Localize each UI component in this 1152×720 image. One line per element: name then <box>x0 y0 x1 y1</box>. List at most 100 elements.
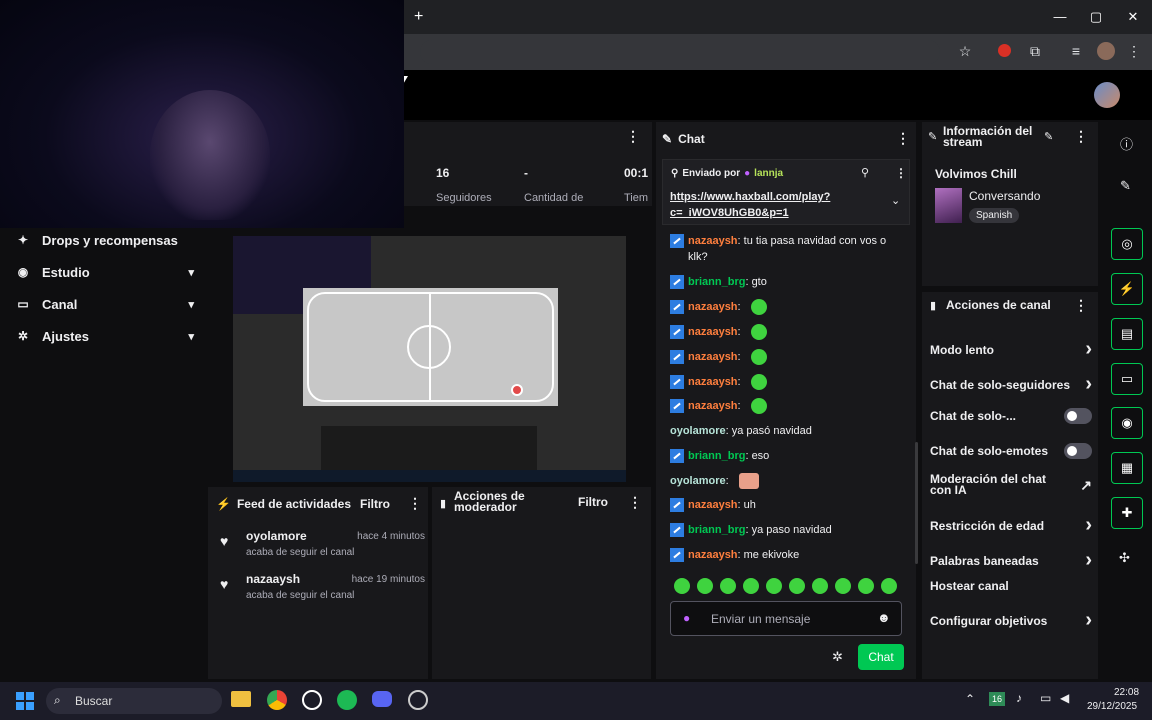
taskbar-search[interactable]: ⌕ Buscar <box>46 688 222 714</box>
camera-icon[interactable]: ◎ <box>1111 228 1143 260</box>
chat-message[interactable]: briann_brg: ya paso navidad <box>670 522 898 538</box>
channel-action-item[interactable]: Hostear canal <box>930 579 1092 593</box>
chat-message[interactable]: nazaaysh: <box>670 398 898 414</box>
broadcaster-badge-icon[interactable] <box>670 498 684 512</box>
chat-username[interactable]: nazaaysh <box>688 549 738 561</box>
layout-icon[interactable]: ▦ <box>1111 452 1143 484</box>
channel-action-item[interactable]: Palabras baneadas › <box>930 549 1092 572</box>
category-thumbnail[interactable] <box>935 188 962 223</box>
clock-time[interactable]: 22:08 <box>1114 687 1139 698</box>
feed-menu-icon[interactable]: ⋮ <box>408 495 422 512</box>
maximize-button[interactable]: ▢ <box>1078 9 1114 25</box>
emote-icon[interactable] <box>738 473 759 489</box>
nav-item-estudio[interactable]: ◉ Estudio ▾ <box>16 260 194 284</box>
close-button[interactable]: ✕ <box>1115 9 1151 25</box>
volume-icon[interactable]: ◀ <box>1060 691 1069 705</box>
extensions-puzzle-icon[interactable]: ⧉ <box>1025 43 1045 60</box>
nav-item-drops[interactable]: ✦ Drops y recompensas <box>16 228 194 252</box>
chat-message[interactable]: nazaaysh: <box>670 374 898 390</box>
stream-category[interactable]: Conversando <box>969 189 1040 203</box>
network-icon[interactable]: ▭ <box>1040 691 1051 705</box>
address-bar[interactable] <box>420 40 940 64</box>
media-controls-icon[interactable]: ≡ <box>1066 43 1086 59</box>
chat-bubble-icon[interactable]: ▭ <box>1111 363 1143 395</box>
minimize-button[interactable]: — <box>1042 9 1078 24</box>
emote-icon[interactable] <box>697 578 713 594</box>
channel-action-item[interactable]: Configurar objetivos › <box>930 609 1092 632</box>
emote-icon[interactable] <box>750 374 767 390</box>
broadcaster-badge-icon[interactable] <box>670 375 684 389</box>
bookmark-star-icon[interactable]: ☆ <box>955 43 975 60</box>
broadcaster-badge-icon[interactable] <box>670 523 684 537</box>
chat-message[interactable]: nazaaysh: <box>670 299 898 315</box>
pinned-menu-icon[interactable]: ⋮ <box>895 166 907 180</box>
channel-action-item[interactable]: Chat de solo-seguidores › <box>930 373 1092 396</box>
language-tag[interactable]: Spanish <box>969 208 1020 223</box>
broadcaster-badge-icon[interactable] <box>670 350 684 364</box>
pinned-message[interactable]: ⚲ Enviado por ● lannja ⚲ ⋮ https://www.h… <box>662 159 910 225</box>
emote-icon[interactable] <box>750 398 767 414</box>
chat-username[interactable]: nazaaysh <box>688 301 738 313</box>
emoji-icon[interactable]: ☻ <box>877 610 891 625</box>
chat-username[interactable]: nazaaysh <box>688 326 738 338</box>
broadcaster-badge-icon[interactable] <box>670 399 684 413</box>
user-avatar[interactable] <box>1094 82 1120 108</box>
chat-message[interactable]: briann_brg: gto <box>670 274 898 290</box>
chat-message[interactable]: nazaaysh: <box>670 324 898 340</box>
emote-icon[interactable] <box>881 578 897 594</box>
nav-item-canal[interactable]: ▭ Canal ▾ <box>16 292 194 316</box>
chat-username[interactable]: nazaaysh <box>688 400 738 412</box>
chat-username[interactable]: briann_brg <box>688 450 745 462</box>
chat-username[interactable]: briann_brg <box>688 524 745 536</box>
microphone-icon[interactable]: ♪ <box>1016 691 1022 705</box>
chat-message[interactable]: nazaaysh: <box>670 349 898 365</box>
chat-message[interactable]: briann_brg: eso <box>670 448 898 464</box>
emote-icon[interactable] <box>858 578 874 594</box>
chat-message[interactable]: oyolamore: <box>670 473 898 489</box>
new-tab-button[interactable]: + <box>414 8 423 26</box>
chat-message[interactable]: nazaaysh: me ekivoke <box>670 547 898 563</box>
chevron-up-icon[interactable]: ⌃ <box>965 692 975 706</box>
windows-start-icon[interactable] <box>16 692 34 710</box>
channel-action-item[interactable]: Restricción de edad › <box>930 514 1092 537</box>
toggle-switch[interactable] <box>1064 443 1092 459</box>
emote-icon[interactable] <box>789 578 805 594</box>
chat-username[interactable]: briann_brg <box>688 276 745 288</box>
broadcaster-badge-icon[interactable] <box>670 275 684 289</box>
whatsapp-icon[interactable] <box>302 690 322 710</box>
broadcaster-badge-icon[interactable] <box>670 449 684 463</box>
chat-username[interactable]: nazaaysh <box>688 351 738 363</box>
channel-action-item[interactable]: Moderación del chat con IA ↗ <box>930 473 1092 496</box>
chat-message[interactable]: nazaaysh: uh <box>670 497 898 513</box>
app-icon[interactable] <box>408 690 428 710</box>
channel-actions-menu-icon[interactable]: ⋮ <box>1074 297 1088 314</box>
emote-icon[interactable] <box>835 578 851 594</box>
lightning-icon[interactable]: ⚡ <box>1111 273 1143 305</box>
emote-icon[interactable] <box>750 324 767 340</box>
emote-icon[interactable] <box>812 578 828 594</box>
chat-username[interactable]: nazaaysh <box>688 499 738 511</box>
channel-action-item[interactable]: Modo lento › <box>930 338 1092 361</box>
tray-badge[interactable]: 16 <box>989 692 1006 706</box>
mod-filter-button[interactable]: Filtro <box>578 495 608 509</box>
mod-menu-icon[interactable]: ⋮ <box>628 494 642 511</box>
emote-icon[interactable] <box>750 299 767 315</box>
chat-username[interactable]: nazaaysh <box>688 376 738 388</box>
channel-action-item[interactable]: Chat de solo-... <box>930 408 1092 424</box>
file-explorer-icon[interactable] <box>231 691 251 707</box>
document-icon[interactable]: ▤ <box>1111 318 1143 350</box>
nav-item-ajustes[interactable]: ✲ Ajustes ▾ <box>16 324 194 348</box>
chat-message[interactable]: oyolamore: ya pasó navidad <box>670 423 898 439</box>
chat-send-button[interactable]: Chat <box>858 644 904 670</box>
chrome-icon[interactable] <box>267 690 287 710</box>
broadcaster-badge-icon[interactable] <box>670 234 684 248</box>
chat-settings-gear-icon[interactable]: ✲ <box>832 649 843 665</box>
pencil-icon[interactable]: ✎ <box>1120 178 1131 194</box>
spotify-icon[interactable] <box>337 690 357 710</box>
pinned-link[interactable]: https://www.haxball.com/play? c=_iWOV8Uh… <box>670 189 830 221</box>
chat-username[interactable]: oyolamore <box>670 475 726 487</box>
feed-filter-button[interactable]: Filtro <box>360 497 390 511</box>
chevron-down-icon[interactable]: ⌄ <box>891 194 900 207</box>
broadcast-icon[interactable]: ◉ <box>1111 407 1143 439</box>
emote-icon[interactable] <box>743 578 759 594</box>
